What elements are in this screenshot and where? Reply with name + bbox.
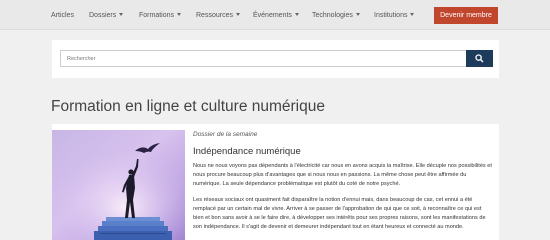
nav-item-technologies[interactable]: Technologies: [312, 11, 360, 20]
top-navigation: Articles Dossiers Formations Ressources …: [0, 0, 550, 30]
chevron-down-icon: [177, 13, 182, 16]
search-button[interactable]: [466, 50, 493, 67]
nav-item-formations[interactable]: Formations: [139, 11, 182, 20]
chevron-down-icon: [294, 13, 299, 16]
search-icon: [475, 54, 484, 63]
chevron-down-icon: [410, 13, 415, 16]
article-title[interactable]: Indépendance numérique: [193, 146, 493, 158]
nav-item-label: Institutions: [374, 12, 408, 19]
become-member-button[interactable]: Devenir membre: [434, 7, 498, 24]
search-input[interactable]: [60, 50, 469, 67]
nav-item-label: Technologies: [312, 12, 353, 19]
nav-item-label: Dossiers: [89, 12, 117, 19]
nav-item-articles[interactable]: Articles: [51, 11, 74, 20]
independence-illustration: [52, 130, 185, 240]
nav-item-dossiers[interactable]: Dossiers: [89, 11, 124, 20]
nav-item-label: Articles: [51, 12, 74, 19]
nav-item-label: Événements: [253, 12, 292, 19]
chevron-down-icon: [119, 13, 124, 16]
featured-article-image[interactable]: [52, 130, 185, 240]
nav-item-evenements[interactable]: Événements: [253, 11, 299, 20]
search-panel: [52, 40, 499, 78]
nav-item-label: Ressources: [196, 12, 233, 19]
page-title: Formation en ligne et culture numérique: [51, 98, 325, 115]
chevron-down-icon: [355, 13, 360, 16]
nav-item-ressources[interactable]: Ressources: [196, 11, 240, 20]
nav-item-institutions[interactable]: Institutions: [374, 11, 415, 20]
article-paragraph: Les réseaux sociaux ont quasiment fait d…: [193, 197, 486, 230]
article-kicker: Dossier de la semaine: [193, 131, 258, 138]
nav-item-label: Formations: [139, 12, 175, 19]
article-paragraph: Nous ne nous voyons pas dépendants à l'é…: [193, 163, 492, 187]
featured-article-content: Dossier de la semaine Indépendance numér…: [193, 131, 493, 232]
chevron-down-icon: [235, 13, 240, 16]
